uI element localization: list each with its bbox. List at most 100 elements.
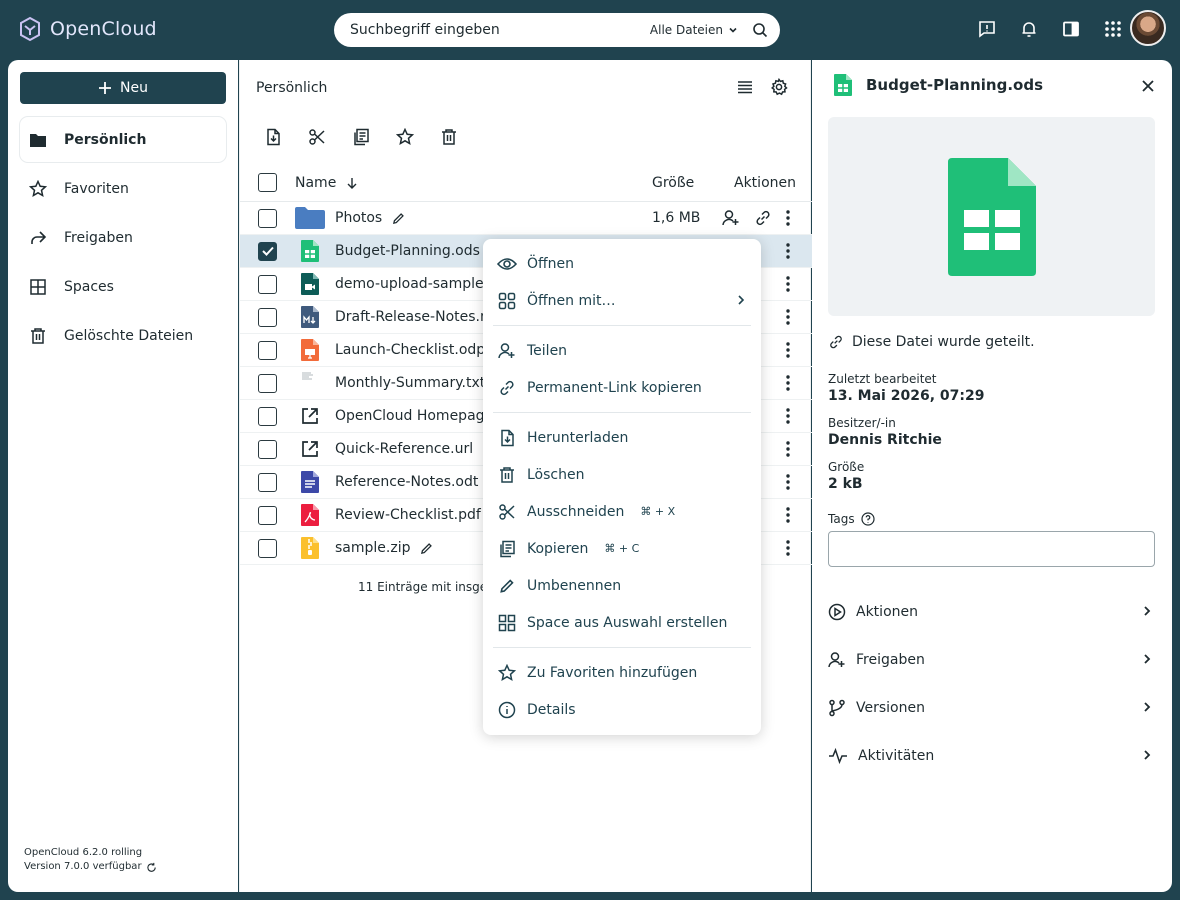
more-options-icon[interactable] [786,540,790,556]
row-checkbox[interactable] [258,373,277,393]
section-actions[interactable]: Aktionen [828,588,1155,636]
menu-item-rename[interactable]: Umbenennen [483,567,761,604]
chevron-down-icon [728,25,738,35]
settings-gear-icon[interactable] [770,78,788,96]
pencil-icon [497,576,517,596]
more-options-icon[interactable] [786,243,790,259]
file-name[interactable]: Reference-Notes.odt [335,474,478,490]
user-avatar[interactable] [1130,10,1166,46]
section-shares[interactable]: Freigaben [828,636,1155,684]
row-checkbox[interactable] [258,538,277,558]
column-name-label: Name [295,174,337,191]
new-button[interactable]: Neu [20,72,226,104]
sidebar-item-personal[interactable]: Persönlich [20,117,226,162]
sidebar-toggle-icon[interactable] [1060,18,1082,40]
menu-item-share[interactable]: Teilen [483,332,761,369]
notification-bell-icon[interactable] [1018,18,1040,40]
text-file-icon [295,371,325,395]
file-name[interactable]: demo-upload-sample [335,276,484,292]
context-menu: Öffnen Öffnen mit… Teilen Permanent-Link… [483,239,761,735]
menu-item-details[interactable]: Details [483,691,761,728]
sidebar-item-shares[interactable]: Freigaben [20,215,226,260]
help-circle-icon[interactable] [860,512,875,526]
sort-arrow-down-icon [346,177,358,189]
download-icon[interactable] [262,126,284,148]
file-name[interactable]: Photos [335,210,382,226]
column-name[interactable]: Name [295,175,652,191]
file-preview [828,117,1155,316]
trash-icon[interactable] [438,126,460,148]
copy-icon[interactable] [350,126,372,148]
row-checkbox[interactable] [258,274,277,294]
row-checkbox[interactable] [258,307,277,327]
file-name[interactable]: sample.zip [335,540,410,556]
menu-item-cut[interactable]: Ausschneiden ⌘ + X [483,493,761,530]
sidebar-item-trash[interactable]: Gelöschte Dateien [20,313,226,358]
section-versions[interactable]: Versionen [828,684,1155,732]
list-view-icon[interactable] [736,78,754,96]
tags-input[interactable] [828,531,1155,567]
file-name[interactable]: Quick-Reference.url [335,441,473,457]
sidebar-item-favorites[interactable]: Favoriten [20,166,226,211]
menu-item-download[interactable]: Herunterladen [483,419,761,456]
breadcrumb[interactable]: Persönlich [256,80,327,96]
more-options-icon[interactable] [786,210,790,226]
file-name[interactable]: Draft-Release-Notes.m [335,309,494,325]
section-activities[interactable]: Aktivitäten [828,732,1155,780]
sidebar-item-spaces[interactable]: Spaces [20,264,226,309]
plus-icon [98,81,112,95]
search-input[interactable] [350,22,650,38]
version-update[interactable]: Version 7.0.0 verfügbar [24,860,157,874]
more-options-icon[interactable] [786,474,790,490]
feedback-icon[interactable] [976,18,998,40]
more-options-icon[interactable] [786,408,790,424]
more-options-icon[interactable] [786,441,790,457]
share-user-icon[interactable] [722,209,740,227]
row-checkbox[interactable] [258,406,277,426]
app-logo[interactable]: OpenCloud [18,16,157,42]
search-scope-select[interactable]: Alle Dateien [650,23,738,37]
rename-pencil-icon[interactable] [420,542,433,555]
search-icon[interactable] [752,22,768,38]
shared-info: Diese Datei wurde geteilt. [828,334,1035,350]
menu-item-delete[interactable]: Löschen [483,456,761,493]
row-checkbox[interactable] [258,505,277,525]
rename-pencil-icon[interactable] [392,212,405,225]
link-icon[interactable] [754,209,772,227]
select-all-checkbox[interactable] [258,173,277,192]
star-icon [497,663,517,683]
row-checkbox[interactable] [258,340,277,360]
file-name[interactable]: Review-Checklist.pdf [335,507,481,523]
more-options-icon[interactable] [786,507,790,523]
menu-item-copy[interactable]: Kopieren ⌘ + C [483,530,761,567]
more-options-icon[interactable] [786,342,790,358]
menu-item-open-with[interactable]: Öffnen mit… [483,282,761,319]
more-options-icon[interactable] [786,309,790,325]
menu-item-add-favorite[interactable]: Zu Favoriten hinzufügen [483,654,761,691]
close-icon[interactable] [1138,76,1158,96]
file-name[interactable]: Launch-Checklist.odp [335,342,485,358]
more-options-icon[interactable] [786,276,790,292]
column-size[interactable]: Größe [652,175,724,191]
app-switcher-icon[interactable] [1102,18,1124,40]
chevron-right-icon [737,294,745,306]
video-file-icon [295,272,325,296]
file-name[interactable]: Budget-Planning.ods [335,243,480,259]
row-checkbox[interactable] [258,439,277,459]
row-checkbox-checked[interactable] [258,241,277,261]
opencloud-logo-icon [18,16,42,42]
file-name[interactable]: Monthly-Summary.txt [335,375,485,391]
row-checkbox[interactable] [258,472,277,492]
menu-item-label: Details [527,701,576,718]
table-row[interactable]: Photos 1,6 MB [240,202,812,235]
scissors-icon[interactable] [306,126,328,148]
chevron-right-icon [1143,701,1151,713]
menu-item-create-space[interactable]: Space aus Auswahl erstellen [483,604,761,641]
menu-item-copy-permalink[interactable]: Permanent-Link kopieren [483,369,761,406]
file-name[interactable]: OpenCloud Homepag [335,408,485,424]
star-outline-icon[interactable] [394,126,416,148]
row-checkbox[interactable] [258,208,277,228]
menu-item-label: Öffnen [527,255,575,272]
more-options-icon[interactable] [786,375,790,391]
menu-item-open[interactable]: Öffnen [483,245,761,282]
